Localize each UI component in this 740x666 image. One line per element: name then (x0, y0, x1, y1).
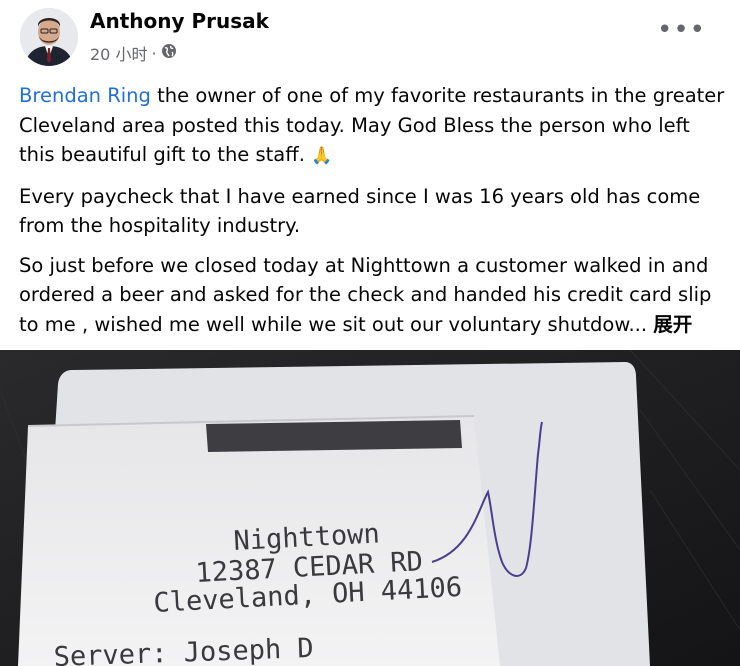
post-header: Anthony Prusak 20 小时 · ••• (0, 0, 740, 78)
paragraph-3-text: So just before we closed today at Nightt… (19, 253, 712, 336)
post-time[interactable]: 20 小时 (90, 41, 147, 65)
post-text: Brendan Ring the owner of one of my favo… (19, 81, 725, 349)
receipt-photo: Nighttown 12387 CEDAR RD Cleveland, OH 4… (0, 350, 740, 666)
avatar[interactable] (20, 8, 78, 66)
mention-link[interactable]: Brendan Ring (19, 84, 151, 107)
post-meta: 20 小时 · (90, 41, 177, 65)
paragraph-2: Every paycheck that I have earned since … (19, 184, 701, 238)
avatar-image (20, 8, 78, 66)
praying-hands-emoji: 🙏 (311, 146, 333, 166)
meta-separator: · (151, 43, 157, 63)
post-photo[interactable]: Nighttown 12387 CEDAR RD Cleveland, OH 4… (0, 350, 740, 666)
paragraph-3: So just before we closed today at Nightt… (19, 251, 725, 340)
paragraph-1: Brendan Ring the owner of one of my favo… (19, 81, 725, 172)
author-name[interactable]: Anthony Prusak (90, 9, 269, 33)
public-globe-icon[interactable] (161, 43, 177, 63)
more-options-button[interactable]: ••• (657, 17, 706, 43)
see-more-link[interactable]: 展开 (653, 313, 692, 336)
